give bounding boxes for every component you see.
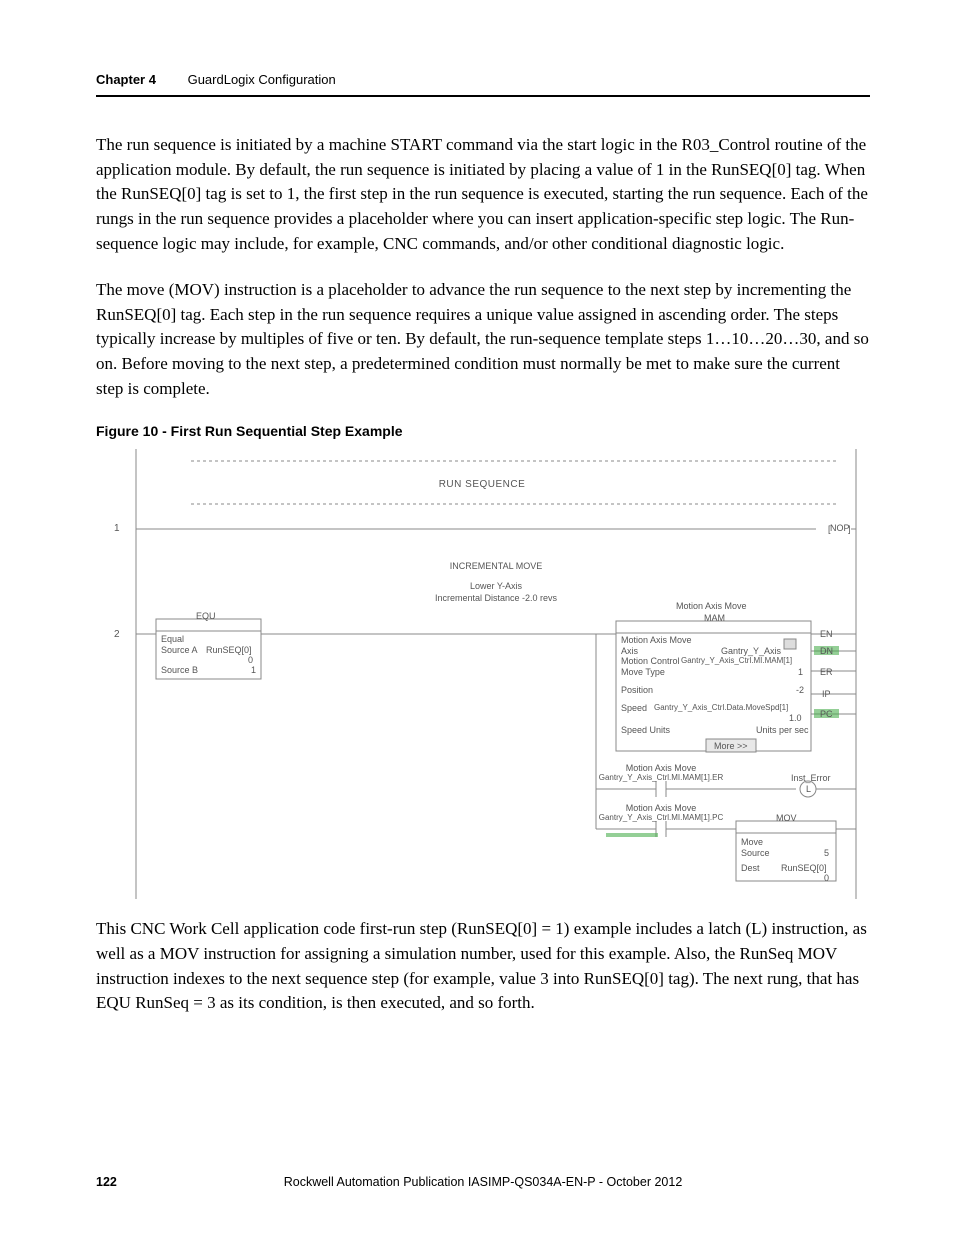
fig-equ-srcA-lbl: Source A bbox=[161, 645, 198, 655]
fig-inst-error: Inst_Error bbox=[791, 773, 831, 783]
fig-mam-more[interactable]: More >> bbox=[714, 741, 748, 751]
chapter-label: Chapter 4 bbox=[96, 72, 156, 87]
fig-mam-su-val: Units per sec bbox=[756, 725, 809, 735]
page-footer: 122 Rockwell Automation Publication IASI… bbox=[96, 1175, 870, 1189]
fig-mam-axis-val: Gantry_Y_Axis bbox=[721, 646, 781, 656]
fig-mov-dst-lbl: Dest bbox=[741, 863, 760, 873]
fig-rung2-num: 2 bbox=[114, 629, 120, 640]
fig-mam-spd-lbl: Speed bbox=[621, 703, 647, 713]
fig-rung1-num: 1 bbox=[114, 523, 120, 534]
fig-equ-title: EQU bbox=[196, 611, 216, 621]
fig-mam-mt-lbl: Move Type bbox=[621, 667, 665, 677]
fig-dn: DN bbox=[820, 646, 833, 656]
fig-b2-top: Motion Axis Move bbox=[626, 763, 697, 773]
figure-10: [ ] bbox=[96, 449, 868, 899]
fig-mam-title: MAM bbox=[704, 613, 725, 623]
fig-latch: L bbox=[806, 784, 811, 794]
publication-prefix: Rockwell Automation Publication IASIMP-Q… bbox=[284, 1175, 607, 1189]
fig-b3-top: Motion Axis Move bbox=[626, 803, 697, 813]
publication-line: Rockwell Automation Publication IASIMP-Q… bbox=[284, 1175, 683, 1189]
paragraph-3: This CNC Work Cell application code firs… bbox=[96, 917, 870, 1016]
fig-equ-srcA-num: 0 bbox=[248, 655, 253, 665]
fig-equ-srcB-val: 1 bbox=[251, 665, 256, 675]
fig-mam-axis-lbl: Axis bbox=[621, 646, 638, 656]
fig-mam-spd-val: Gantry_Y_Axis_Ctrl.Data.MoveSpd[1] bbox=[654, 703, 788, 712]
page-header: Chapter 4 GuardLogix Configuration bbox=[96, 72, 870, 97]
fig-equ-srcB-lbl: Source B bbox=[161, 665, 198, 675]
fig-mam-mc-val: Gantry_Y_Axis_Ctrl.MI.MAM[1] bbox=[681, 656, 792, 665]
chapter-title: GuardLogix Configuration bbox=[188, 72, 336, 87]
fig-mam-pos-val: -2 bbox=[796, 685, 804, 695]
fig-mov-src-lbl: Source bbox=[741, 848, 770, 858]
paragraph-1: The run sequence is initiated by a machi… bbox=[96, 133, 870, 256]
fig-b3-tag: Gantry_Y_Axis_Ctrl.MI.MAM[1].PC bbox=[599, 813, 723, 822]
fig-mov-src-val: 5 bbox=[824, 848, 829, 858]
figure-title: Figure 10 - First Run Sequential Step Ex… bbox=[96, 423, 870, 439]
fig-pc: PC bbox=[820, 709, 833, 719]
fig-mam-top: Motion Axis Move bbox=[676, 601, 747, 611]
fig-nop: NOP bbox=[830, 523, 850, 533]
fig-mov-dst-val: RunSEQ[0] bbox=[781, 863, 827, 873]
fig-mov-move: Move bbox=[741, 837, 763, 847]
fig-run-sequence: RUN SEQUENCE bbox=[96, 479, 868, 490]
fig-inc-move: INCREMENTAL MOVE bbox=[450, 561, 543, 571]
publication-date: October 2012 bbox=[607, 1175, 683, 1189]
fig-mov-title: MOV bbox=[776, 813, 797, 823]
fig-lower-y: Lower Y-Axis bbox=[470, 581, 522, 591]
fig-mam-su-lbl: Speed Units bbox=[621, 725, 670, 735]
fig-mam-pos-lbl: Position bbox=[621, 685, 653, 695]
fig-mam-mc-lbl: Motion Control bbox=[621, 656, 680, 666]
fig-ip: IP bbox=[822, 689, 831, 699]
fig-mam-mt-val: 1 bbox=[798, 667, 803, 677]
fig-mam-spd-num: 1.0 bbox=[789, 713, 802, 723]
page-number: 122 bbox=[96, 1175, 117, 1189]
fig-equ-srcA-val: RunSEQ[0] bbox=[206, 645, 252, 655]
fig-mam-line1: Motion Axis Move bbox=[621, 635, 692, 645]
fig-equ-equal: Equal bbox=[161, 634, 184, 644]
fig-er: ER bbox=[820, 667, 833, 677]
fig-mov-dst-num: 0 bbox=[824, 873, 829, 883]
fig-b2-tag: Gantry_Y_Axis_Ctrl.MI.MAM[1].ER bbox=[599, 773, 723, 782]
fig-inc-dist: Incremental Distance -2.0 revs bbox=[435, 593, 557, 603]
fig-en: EN bbox=[820, 629, 833, 639]
paragraph-2: The move (MOV) instruction is a placehol… bbox=[96, 278, 870, 401]
